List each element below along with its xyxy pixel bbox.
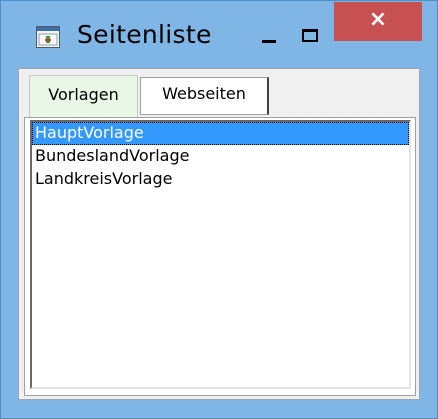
list-item[interactable]: LandkreisVorlage xyxy=(32,168,409,191)
maximize-icon xyxy=(302,29,318,42)
list-item[interactable]: HauptVorlage xyxy=(32,122,409,145)
client-area: Vorlagen Webseiten HauptVorlage Bundesla… xyxy=(18,68,420,400)
minimize-button[interactable] xyxy=(246,15,290,55)
window-title: Seitenliste xyxy=(77,20,212,49)
template-listbox[interactable]: HauptVorlage BundeslandVorlage Landkreis… xyxy=(30,120,411,389)
tab-webseiten[interactable]: Webseiten xyxy=(140,77,269,115)
app-window-icon[interactable] xyxy=(36,26,60,48)
minimize-icon xyxy=(262,40,276,43)
close-button[interactable]: × xyxy=(334,2,422,41)
list-item[interactable]: BundeslandVorlage xyxy=(32,145,409,168)
close-icon: × xyxy=(368,7,388,32)
tab-vorlagen[interactable]: Vorlagen xyxy=(29,75,138,119)
maximize-button[interactable] xyxy=(290,15,334,55)
seitenliste-window: Seitenliste × Vorlagen Webseiten HauptVo… xyxy=(0,0,438,419)
title-bar[interactable]: Seitenliste × xyxy=(1,1,437,68)
